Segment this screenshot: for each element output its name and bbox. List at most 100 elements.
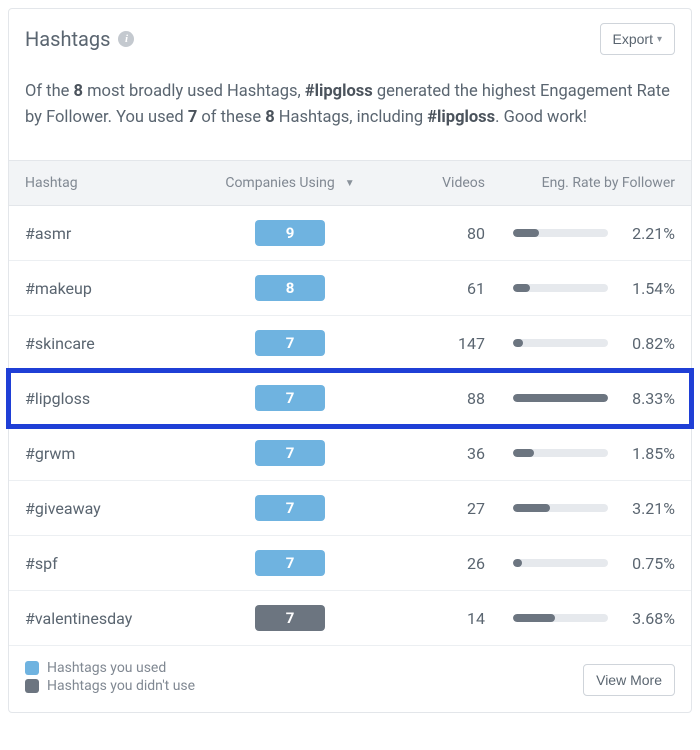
engagement-cell: 1.54% bbox=[485, 279, 675, 298]
hashtag-cell: #lipgloss bbox=[25, 389, 195, 408]
summary-top-tag: #lipgloss bbox=[305, 82, 373, 101]
summary-fragment: of these bbox=[197, 108, 265, 127]
engagement-bar bbox=[513, 504, 608, 512]
videos-cell: 80 bbox=[385, 224, 485, 243]
engagement-cell: 8.33% bbox=[485, 389, 675, 408]
videos-cell: 14 bbox=[385, 609, 485, 628]
export-label: Export bbox=[613, 31, 653, 47]
engagement-value: 0.82% bbox=[620, 334, 675, 353]
companies-cell: 7 bbox=[195, 495, 385, 521]
panel-footer: Hashtags you used Hashtags you didn't us… bbox=[9, 645, 691, 712]
table-row[interactable]: #grwm 7 361.85% bbox=[9, 426, 691, 481]
companies-cell: 7 bbox=[195, 385, 385, 411]
export-button[interactable]: Export ▾ bbox=[600, 23, 676, 55]
table-body: #asmr9802.21%#makeup8611.54%#skincare714… bbox=[9, 206, 691, 645]
summary-used-count: 7 bbox=[188, 108, 197, 127]
engagement-bar bbox=[513, 449, 608, 457]
engagement-cell: 3.21% bbox=[485, 499, 675, 518]
engagement-value: 0.75% bbox=[620, 554, 675, 573]
engagement-bar bbox=[513, 394, 608, 402]
summary-text: Of the 8 most broadly used Hashtags, #li… bbox=[9, 69, 691, 160]
legend-used: Hashtags you used bbox=[25, 660, 195, 676]
engagement-value: 2.21% bbox=[620, 224, 675, 243]
engagement-bar-fill bbox=[513, 449, 534, 457]
companies-cell: 9 bbox=[195, 220, 385, 246]
col-engagement[interactable]: Eng. Rate by Follower bbox=[485, 175, 675, 191]
summary-fragment: Of the bbox=[25, 82, 74, 101]
engagement-bar-fill bbox=[513, 614, 555, 622]
panel-header: Hashtags i Export ▾ bbox=[9, 9, 691, 69]
engagement-bar bbox=[513, 284, 608, 292]
hashtag-cell: #grwm bbox=[25, 444, 195, 463]
companies-pill: 7 bbox=[255, 440, 325, 466]
view-more-button[interactable]: View More bbox=[583, 664, 675, 696]
companies-pill: 7 bbox=[255, 385, 325, 411]
engagement-bar-fill bbox=[513, 504, 550, 512]
legend-not-used: Hashtags you didn't use bbox=[25, 678, 195, 694]
videos-cell: 88 bbox=[385, 389, 485, 408]
engagement-value: 3.21% bbox=[620, 499, 675, 518]
page-title: Hashtags bbox=[25, 27, 110, 51]
engagement-value: 8.33% bbox=[620, 389, 675, 408]
sort-desc-icon: ▼ bbox=[345, 178, 355, 189]
engagement-cell: 0.75% bbox=[485, 554, 675, 573]
hashtag-cell: #spf bbox=[25, 554, 195, 573]
col-companies-label: Companies Using bbox=[225, 175, 334, 191]
companies-cell: 7 bbox=[195, 440, 385, 466]
videos-cell: 61 bbox=[385, 279, 485, 298]
companies-pill: 7 bbox=[255, 550, 325, 576]
engagement-cell: 2.21% bbox=[485, 224, 675, 243]
col-hashtag[interactable]: Hashtag bbox=[25, 175, 195, 191]
videos-cell: 27 bbox=[385, 499, 485, 518]
table-row[interactable]: #giveaway 7 27 3.21% bbox=[9, 481, 691, 536]
summary-fragment: most broadly used Hashtags, bbox=[83, 82, 305, 101]
engagement-bar bbox=[513, 614, 608, 622]
table-row[interactable]: #valentinesday 7 14 3.68% bbox=[9, 591, 691, 645]
engagement-bar bbox=[513, 229, 608, 237]
legend-swatch-used bbox=[25, 661, 39, 675]
engagement-cell: 1.85% bbox=[485, 444, 675, 463]
chevron-down-icon: ▾ bbox=[657, 34, 662, 45]
companies-cell: 7 bbox=[195, 550, 385, 576]
companies-pill: 7 bbox=[255, 330, 325, 356]
engagement-bar-fill bbox=[513, 339, 523, 347]
hashtag-cell: #giveaway bbox=[25, 499, 195, 518]
summary-count: 8 bbox=[74, 82, 83, 101]
legend-used-label: Hashtags you used bbox=[47, 660, 166, 676]
companies-pill: 8 bbox=[255, 275, 325, 301]
companies-pill: 9 bbox=[255, 220, 325, 246]
engagement-value: 1.54% bbox=[620, 279, 675, 298]
engagement-bar bbox=[513, 339, 608, 347]
summary-fragment: Hashtags, including bbox=[275, 108, 428, 127]
col-companies[interactable]: Companies Using ▼ bbox=[195, 175, 385, 191]
hashtag-cell: #skincare bbox=[25, 334, 195, 353]
hashtags-panel: Hashtags i Export ▾ Of the 8 most broadl… bbox=[8, 8, 692, 713]
info-icon[interactable]: i bbox=[118, 31, 134, 47]
summary-fragment: . Good work! bbox=[495, 108, 587, 127]
videos-cell: 26 bbox=[385, 554, 485, 573]
companies-cell: 7 bbox=[195, 605, 385, 631]
col-videos[interactable]: Videos bbox=[385, 175, 485, 191]
table-row[interactable]: #makeup8611.54% bbox=[9, 261, 691, 316]
companies-pill: 7 bbox=[255, 495, 325, 521]
legend-not-used-label: Hashtags you didn't use bbox=[47, 678, 195, 694]
videos-cell: 36 bbox=[385, 444, 485, 463]
videos-cell: 147 bbox=[385, 334, 485, 353]
companies-cell: 8 bbox=[195, 275, 385, 301]
engagement-bar-fill bbox=[513, 284, 530, 292]
summary-top-tag: #lipgloss bbox=[427, 108, 495, 127]
companies-pill: 7 bbox=[255, 605, 325, 631]
table-row[interactable]: #spf 7 26 0.75% bbox=[9, 536, 691, 591]
table-row[interactable]: #asmr 9 80 2.21% bbox=[9, 206, 691, 261]
view-more-label: View More bbox=[596, 672, 662, 688]
table-row[interactable]: #lipgloss 7 88 8.33% bbox=[9, 371, 691, 426]
panel-title: Hashtags i bbox=[25, 27, 134, 51]
engagement-bar-fill bbox=[513, 394, 608, 402]
hashtag-cell: #valentinesday bbox=[25, 609, 195, 628]
hashtag-cell: #asmr bbox=[25, 224, 195, 243]
legend: Hashtags you used Hashtags you didn't us… bbox=[25, 658, 195, 696]
table-row[interactable]: #skincare 7 147 0.82% bbox=[9, 316, 691, 371]
engagement-cell: 3.68% bbox=[485, 609, 675, 628]
engagement-bar-fill bbox=[513, 559, 522, 567]
engagement-value: 3.68% bbox=[620, 609, 675, 628]
